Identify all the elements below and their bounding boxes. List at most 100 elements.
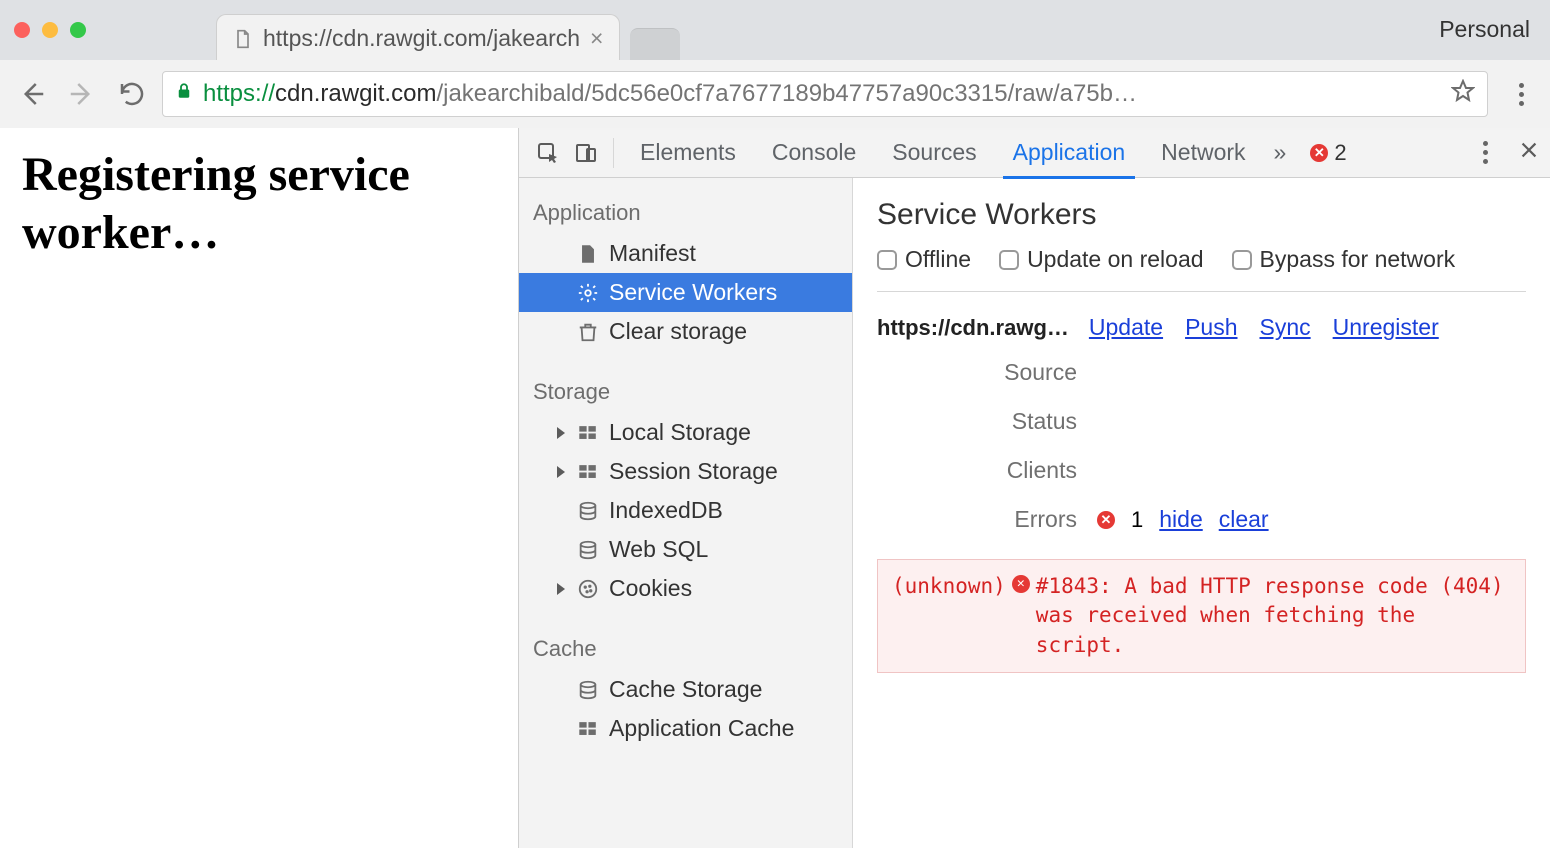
cookie-icon — [577, 578, 599, 600]
browser-menu-button[interactable] — [1504, 83, 1538, 106]
traffic-lights — [14, 22, 86, 38]
disclosure-triangle-icon — [557, 583, 565, 595]
checkbox-update-on-reload[interactable]: Update on reload — [999, 246, 1203, 273]
tab-close-icon[interactable]: × — [590, 25, 603, 52]
sidebar-item-label: Session Storage — [609, 458, 778, 485]
tab-title: https://cdn.rawgit.com/jakearch — [263, 25, 580, 52]
arrow-right-icon — [67, 79, 97, 109]
devtools-error-indicator[interactable]: ✕ 2 — [1310, 140, 1346, 166]
devtools-tab-network[interactable]: Network — [1143, 128, 1263, 178]
bookmark-star-icon[interactable] — [1451, 79, 1475, 110]
sidebar-item-label: Service Workers — [609, 279, 777, 306]
sidebar-item-clear-storage[interactable]: Clear storage — [519, 312, 852, 351]
checkbox-label: Offline — [905, 246, 971, 273]
sw-options-row: Offline Update on reload Bypass for networ… — [877, 246, 1526, 292]
sw-actions: Update Push Sync Unregister — [1089, 314, 1439, 341]
devtools-tab-sources[interactable]: Sources — [874, 128, 994, 178]
separator — [613, 138, 614, 168]
link-update[interactable]: Update — [1089, 314, 1163, 341]
label-status: Status — [877, 408, 1097, 435]
label-clients: Clients — [877, 457, 1097, 484]
sw-error-box: (unknown) ✕ #1843: A bad HTTP response c… — [877, 559, 1526, 673]
error-badge-icon: ✕ — [1012, 575, 1030, 593]
forward-button[interactable] — [62, 74, 102, 114]
sidebar-item-service-workers[interactable]: Service Workers — [519, 273, 852, 312]
sidebar-item-label: Cookies — [609, 575, 692, 602]
service-workers-pane: Service Workers Offline Update on reload B… — [853, 178, 1550, 848]
sidebar-item-local-storage[interactable]: Local Storage — [519, 413, 852, 452]
device-toolbar-button[interactable] — [567, 134, 605, 172]
sidebar-item-label: Clear storage — [609, 318, 747, 345]
sidebar-item-manifest[interactable]: Manifest — [519, 234, 852, 273]
sidebar-item-cache-storage[interactable]: Cache Storage — [519, 670, 852, 709]
checkbox-bypass-for-network[interactable]: Bypass for network — [1232, 246, 1456, 273]
checkbox-icon — [877, 250, 897, 270]
browser-tab[interactable]: https://cdn.rawgit.com/jakearch × — [216, 14, 620, 60]
db-icon — [577, 679, 599, 701]
gear-icon — [577, 282, 599, 304]
sidebar-item-label: IndexedDB — [609, 497, 723, 524]
file-icon — [233, 29, 253, 49]
devtools-more-tabs[interactable]: » — [1264, 139, 1297, 166]
value-errors: ✕ 1 hide clear — [1097, 506, 1526, 533]
error-badge-icon: ✕ — [1310, 144, 1328, 162]
profile-label[interactable]: Personal — [1439, 16, 1530, 43]
error-source: (unknown) — [892, 572, 1006, 601]
sidebar-section-cache: Cache — [519, 624, 852, 670]
browser-tabstrip: https://cdn.rawgit.com/jakearch × — [216, 0, 680, 60]
trash-icon — [577, 321, 599, 343]
close-window-button[interactable] — [14, 22, 30, 38]
db-icon — [577, 539, 599, 561]
sidebar-item-label: Cache Storage — [609, 676, 762, 703]
devtools-menu-button[interactable] — [1468, 141, 1502, 164]
url-text: https://cdn.rawgit.com/jakearchibald/5dc… — [203, 80, 1441, 108]
devtools-tab-application[interactable]: Application — [995, 128, 1144, 178]
sidebar-item-application-cache[interactable]: Application Cache — [519, 709, 852, 748]
back-button[interactable] — [12, 74, 52, 114]
devtools-tab-console[interactable]: Console — [754, 128, 874, 178]
inspect-icon — [536, 141, 560, 165]
content-area: Registering service worker… ElementsCons… — [0, 128, 1550, 848]
minimize-window-button[interactable] — [42, 22, 58, 38]
link-push[interactable]: Push — [1185, 314, 1237, 341]
disclosure-triangle-icon — [557, 427, 565, 439]
sidebar-item-label: Web SQL — [609, 536, 708, 563]
checkbox-offline[interactable]: Offline — [877, 246, 971, 273]
checkbox-icon — [999, 250, 1019, 270]
arrow-left-icon — [17, 79, 47, 109]
checkbox-icon — [1232, 250, 1252, 270]
sidebar-item-indexeddb[interactable]: IndexedDB — [519, 491, 852, 530]
sidebar-item-web-sql[interactable]: Web SQL — [519, 530, 852, 569]
devtools-close-button[interactable] — [1518, 139, 1540, 167]
link-clear-errors[interactable]: clear — [1219, 506, 1269, 533]
devtools-tabs: ElementsConsoleSourcesApplicationNetwork — [622, 128, 1264, 178]
reload-button[interactable] — [112, 74, 152, 114]
grid-icon — [577, 461, 599, 483]
reload-icon — [117, 79, 147, 109]
new-tab-button[interactable] — [630, 28, 680, 60]
error-count: 2 — [1334, 140, 1346, 166]
grid-icon — [577, 718, 599, 740]
sidebar-item-label: Manifest — [609, 240, 696, 267]
link-hide-errors[interactable]: hide — [1159, 506, 1202, 533]
devtools-panel: ElementsConsoleSourcesApplicationNetwork… — [518, 128, 1550, 848]
label-source: Source — [877, 359, 1097, 386]
zoom-window-button[interactable] — [70, 22, 86, 38]
error-message: #1843: A bad HTTP response code (404) wa… — [1036, 572, 1511, 660]
sw-scope: https://cdn.rawg… — [877, 315, 1069, 341]
sw-details: Source Status Clients Errors ✕ 1 hide cl… — [877, 359, 1526, 533]
sw-error-count: 1 — [1131, 507, 1143, 533]
browser-toolbar: https://cdn.rawgit.com/jakearchibald/5dc… — [0, 60, 1550, 128]
inspect-element-button[interactable] — [529, 134, 567, 172]
pane-heading: Service Workers — [877, 198, 1526, 232]
checkbox-label: Bypass for network — [1260, 246, 1456, 273]
address-bar[interactable]: https://cdn.rawgit.com/jakearchibald/5dc… — [162, 71, 1488, 117]
link-unregister[interactable]: Unregister — [1333, 314, 1439, 341]
link-sync[interactable]: Sync — [1260, 314, 1311, 341]
sidebar-item-session-storage[interactable]: Session Storage — [519, 452, 852, 491]
sidebar-section-application: Application — [519, 188, 852, 234]
device-icon — [574, 141, 598, 165]
disclosure-triangle-icon — [557, 466, 565, 478]
devtools-tab-elements[interactable]: Elements — [622, 128, 754, 178]
sidebar-item-cookies[interactable]: Cookies — [519, 569, 852, 608]
